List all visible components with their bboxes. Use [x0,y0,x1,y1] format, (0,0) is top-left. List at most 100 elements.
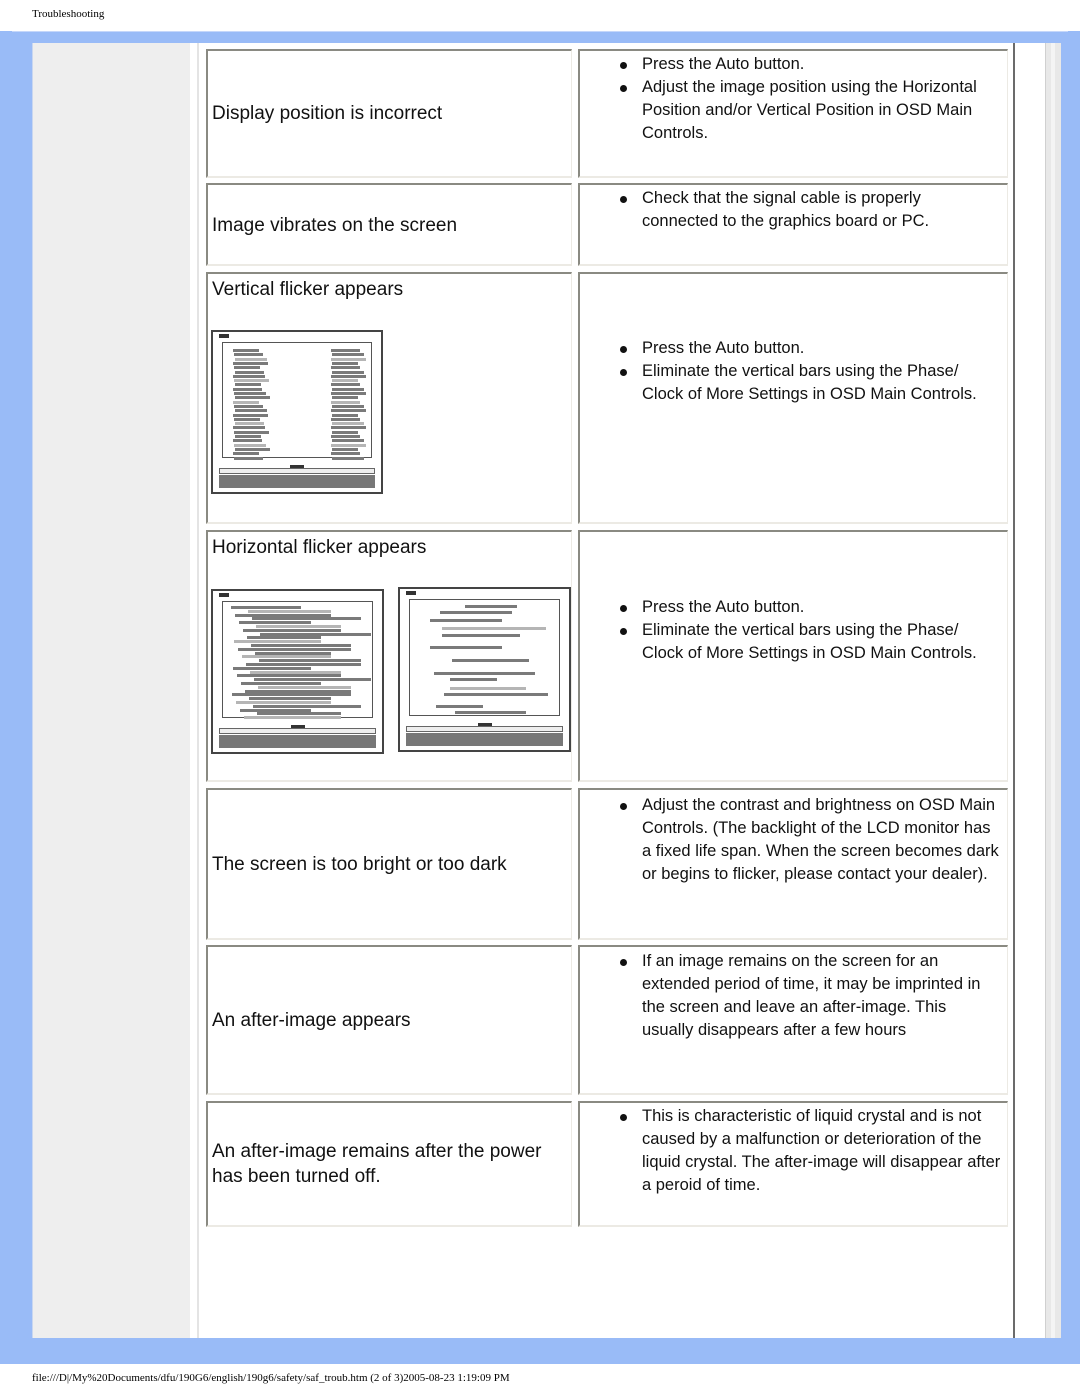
bullet-icon [620,369,627,376]
solution-item: This is characteristic of liquid crystal… [614,1105,1001,1197]
screen-bar [253,704,361,708]
monitor-screen [409,599,560,716]
screen-bar [235,447,270,451]
frame-highlight [12,31,1068,32]
problem-text: An after-image appears [212,1010,411,1031]
screen-bar [436,705,483,708]
solution-item: Check that the signal cable is properly … [614,187,1001,233]
screen-bar [235,383,261,387]
screen-bar [247,636,321,640]
screen-bar [331,349,360,352]
screen-bar [234,640,321,644]
bullet-icon [620,62,627,69]
scrollbar-thumb[interactable] [1051,43,1055,1338]
screen-bar [246,663,361,666]
solution-cell: This is characteristic of liquid crystal… [578,1101,1008,1227]
bullet-icon [620,85,627,92]
solution-list: Adjust the contrast and brightness on OS… [614,794,1001,886]
monitor-vertical-flicker-illustration [211,330,383,494]
screen-bar [332,447,358,451]
screen-bar [440,611,512,614]
monitor-label [219,593,229,597]
screen-bar [234,379,269,383]
screen-bar [233,361,268,365]
screen-bar [452,659,529,662]
monitor-bezel [219,468,375,474]
solution-cell: Adjust the contrast and brightness on OS… [578,788,1008,940]
screen-bar [331,409,366,413]
screen-bar [430,619,502,622]
solution-list: If an image remains on the screen for an… [614,950,1001,1042]
monitor-bezel [406,726,563,732]
bullet-icon [620,803,627,810]
screen-bar [235,357,267,361]
screen-bar [235,370,264,374]
content-divider-left [197,43,199,1338]
screen-bar [234,417,260,421]
problem-cell: An after-image appears [206,945,572,1095]
solution-text: This is characteristic of liquid crystal… [642,1107,1001,1194]
screen-bar [331,443,366,447]
monitor-screen [222,342,372,460]
screen-bar [332,413,358,417]
table-row: Image vibrates on the screen Check that … [206,183,1008,266]
problem-text: Horizontal flicker appears [212,537,427,558]
bullet-icon [620,1114,627,1121]
solution-text: Eliminate the vertical bars using the Ph… [642,621,977,662]
monitor-label [406,591,416,595]
screen-bar [331,383,360,387]
screen-bar [252,617,361,621]
solution-text: Press the Auto button. [642,55,805,73]
screen-bar [331,374,366,378]
solution-cell: Press the Auto button. Eliminate the ver… [578,530,1008,782]
screen-bar [233,387,262,391]
solution-list: This is characteristic of liquid crystal… [614,1105,1001,1197]
screen-bar [450,678,497,681]
table-row: Horizontal flicker appears Press the Aut… [206,530,1008,782]
screen-bar [242,655,331,659]
screen-bar [232,693,351,697]
solution-item: Press the Auto button. [614,337,1001,360]
screen-bar [235,396,270,400]
screen-bar [332,404,364,408]
screen-bar [234,392,266,395]
monitor-horizontal-flicker-illustration [211,589,384,754]
solution-cell: Press the Auto button. Adjust the image … [578,49,1008,178]
problem-cell: The screen is too bright or too dark [206,788,572,940]
screen-bar [255,651,331,655]
problem-text: Vertical flicker appears [212,279,404,300]
screen-bar [243,628,341,632]
bullet-icon [620,628,627,635]
screen-bar [239,621,311,625]
table-row: Vertical flicker appears Press the Auto … [206,272,1008,524]
solution-text: Adjust the contrast and brightness on OS… [642,796,999,883]
screen-bar [332,361,358,365]
screen-bar [235,422,264,426]
screen-bar [257,712,341,716]
screen-bar [233,666,311,670]
screen-bar [244,716,341,720]
screen-bar [332,456,364,460]
screen-bar [450,687,526,690]
solution-item: Adjust the image position using the Hori… [614,76,1001,145]
solution-list: Press the Auto button. Eliminate the ver… [614,337,1001,406]
problem-text: Image vibrates on the screen [212,215,458,236]
screen-bar [442,634,520,637]
screen-bar [332,379,358,383]
screen-bar [331,400,360,404]
bullet-icon [620,605,627,612]
screen-bar [332,439,364,443]
monitor-label [219,334,229,338]
screen-bar [444,693,548,696]
screen-bar [234,366,260,370]
screen-bar [235,613,331,617]
monitor-screen [222,601,373,720]
screen-bar [331,435,360,438]
table-row: An after-image appears If an image remai… [206,945,1008,1095]
screen-bar [249,697,331,701]
solution-item: Press the Auto button. [614,596,1001,619]
screen-bar [331,426,366,430]
monitor-base [219,475,375,488]
bullet-icon [620,959,627,966]
solution-text: Adjust the image position using the Hori… [642,78,977,142]
